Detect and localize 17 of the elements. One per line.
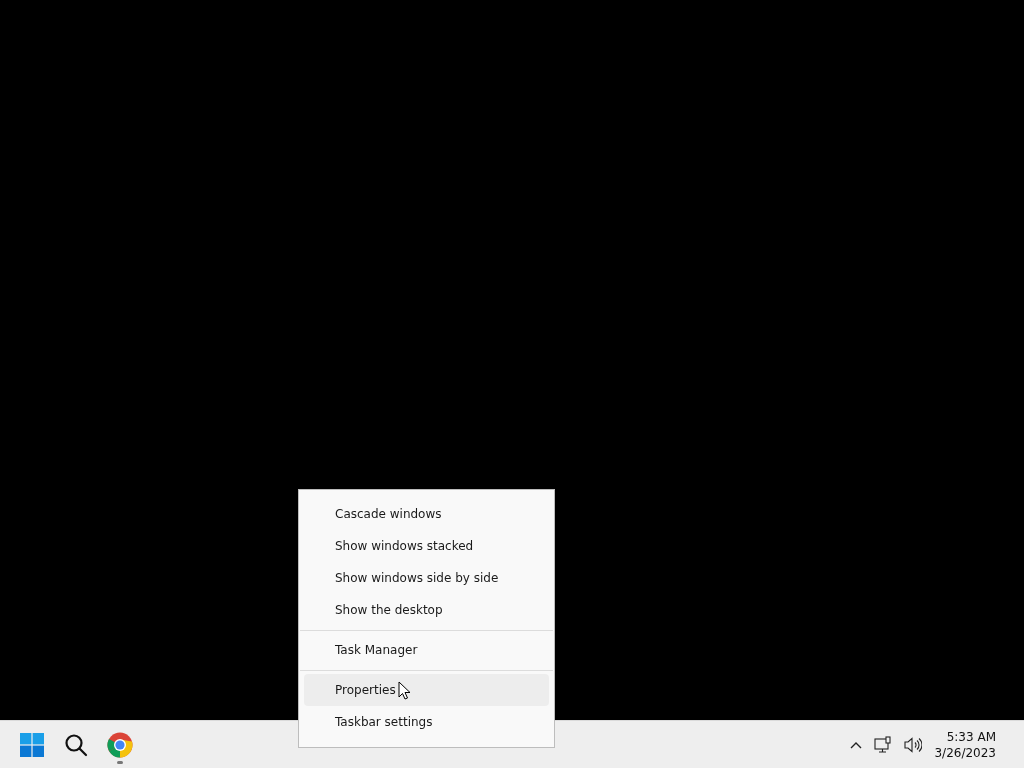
menu-item[interactable]: Show the desktop (304, 594, 549, 626)
menu-item[interactable]: Properties (304, 674, 549, 706)
running-indicator (117, 760, 123, 764)
network-icon[interactable] (874, 735, 893, 754)
chrome-icon[interactable] (107, 731, 133, 758)
chevron-up-icon[interactable] (850, 740, 863, 749)
clock-date: 3/26/2023 (934, 744, 996, 761)
menu-item[interactable]: Taskbar settings (304, 706, 549, 738)
speaker-icon[interactable] (904, 736, 923, 753)
mouse-pointer-icon (398, 681, 411, 700)
menu-item[interactable]: Show windows stacked (304, 530, 549, 562)
menu-item[interactable]: Show windows side by side (304, 562, 549, 594)
windows-logo-icon[interactable] (20, 732, 44, 757)
menu-item[interactable]: Cascade windows (304, 498, 549, 530)
search-icon[interactable] (64, 732, 88, 757)
clock-time: 5:33 AM (946, 728, 996, 745)
menu-item[interactable]: Task Manager (304, 634, 549, 666)
